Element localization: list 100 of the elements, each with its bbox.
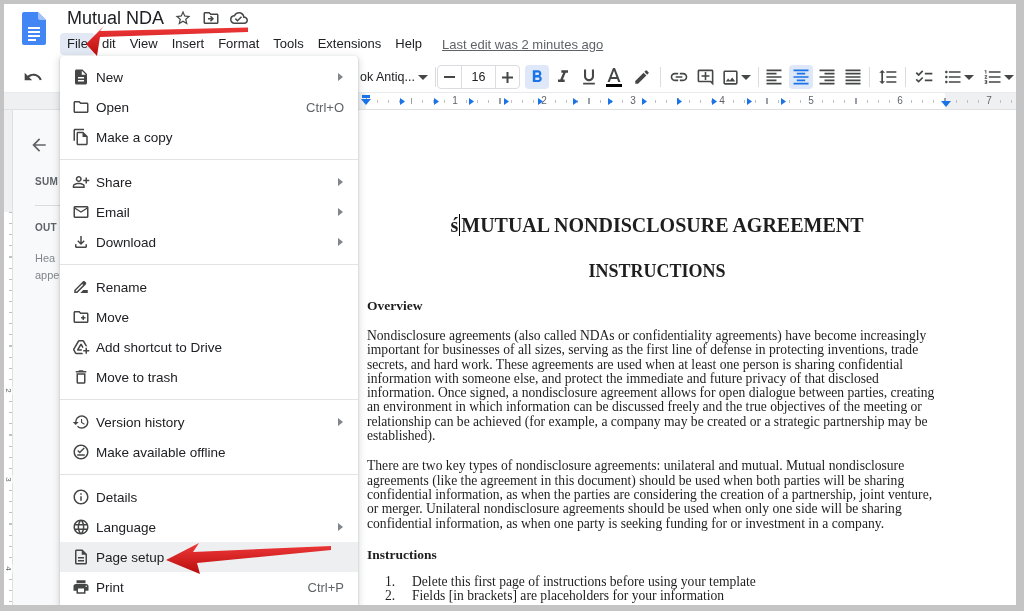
ruler-number: 3	[628, 95, 638, 107]
menu-item[interactable]: Make available offline	[60, 437, 358, 467]
copy-icon	[72, 128, 90, 146]
tab-stop-icon[interactable]	[573, 98, 578, 105]
line-spacing-icon	[878, 67, 898, 87]
folder-icon	[72, 98, 90, 116]
tab-stop-icon[interactable]	[399, 98, 405, 105]
image-icon	[721, 67, 740, 87]
plus-icon	[502, 71, 513, 83]
menu-bar-item[interactable]: Help	[388, 33, 430, 55]
ruler-number: 4	[4, 564, 13, 572]
ruler-number: 6	[895, 95, 905, 107]
ruler-number: 3	[4, 475, 13, 483]
align-center-icon	[791, 67, 811, 87]
align-right-icon	[817, 67, 837, 87]
section-heading: Instructions	[367, 546, 438, 562]
menu-item-label: Page setup	[96, 549, 165, 565]
caret-icon	[1004, 74, 1014, 80]
globe-icon	[72, 518, 90, 536]
caret-icon	[418, 74, 428, 80]
document-app-icon	[22, 12, 46, 45]
tab-stop-icon[interactable]	[503, 98, 509, 105]
tab-stop-icon[interactable]	[434, 98, 440, 105]
menu-item-label: New	[96, 69, 123, 85]
menu-item[interactable]: Email	[60, 197, 358, 227]
numbered-list-icon	[983, 67, 1003, 87]
ruler-number: 7	[984, 95, 994, 107]
menu-item-label: Print	[96, 579, 124, 595]
menu-item-label: Add shortcut to Drive	[96, 339, 223, 355]
tab-stop-icon[interactable]	[677, 98, 683, 105]
ruler-number: 1	[450, 95, 460, 107]
menu-item-label: Rename	[96, 279, 148, 295]
tab-stop-icon[interactable]	[746, 98, 752, 105]
menu-bar-item[interactable]: dit	[94, 33, 123, 55]
menu-item[interactable]: Download	[60, 227, 358, 257]
info-icon	[72, 488, 90, 506]
font-dropdown[interactable]: ok Antiq...	[358, 65, 430, 89]
document-name[interactable]: Mutual NDA	[67, 8, 165, 28]
indent-marker-icon[interactable]	[361, 95, 371, 105]
menu-bar-item[interactable]: Extensions	[310, 33, 389, 55]
menu-item-label: Make a copy	[96, 129, 173, 145]
menu-item[interactable]: Add shortcut to Drive	[60, 332, 358, 362]
sidebar-heading: OUT	[35, 221, 57, 235]
body-paragraph: There are two key types of nondisclosure agreements: unilateral and mutual. Mutual nondisclosure agreements (like the agreement in this document) should be used when both parties will be sharing confidential information, as when the parties are considering the creation of a partnership, joint venture, or merger. Unilateral nondisclosure agreements should be used when only one side will be sharing confidential information, as when one party is seeking funding for or investment in a company.	[367, 459, 934, 531]
menu-item[interactable]: Print Ctrl+P	[60, 572, 358, 602]
bold-button[interactable]	[525, 65, 549, 89]
tab-stop-icon[interactable]	[711, 98, 717, 105]
list-item-text: Delete this first page of instructions before using your template	[412, 574, 756, 589]
minus-icon	[444, 76, 455, 78]
printer-icon	[72, 578, 90, 596]
last-edit-link[interactable]: Last edit was 2 minutes ago	[442, 36, 604, 52]
circle-check-icon	[72, 443, 90, 461]
menu-bar-item[interactable]: Tools	[266, 33, 311, 55]
add-comment-icon	[695, 67, 715, 87]
body-paragraph: Nondisclosure agreements (also called NDAs or confidentiality agreements) have become increasingly important for businesses of all sizes, serving as the first line of defense in protecting inventions, trade secrets, and hard work. These agreements are used when at least one person is sharing confidential information with someone else, and protect the immediate and future privacy of that disclosed information. Once signed, a nondisclosure agreement allows for open dialogue between parties, creating an environment in which information can be discussed freely and the true objectives of the meeting or relationship can be achieved (for example, a company may be created or a strategic partnership may be established).	[367, 329, 936, 444]
download-icon	[72, 233, 90, 251]
triangle-plus-icon	[72, 338, 90, 356]
page-icon	[72, 548, 90, 566]
tab-stop-icon[interactable]	[781, 98, 787, 105]
menu-item-label: Move	[96, 309, 129, 325]
menu-item[interactable]: Details	[60, 482, 358, 512]
list-number: 1.	[385, 574, 397, 589]
menu-item[interactable]: Share	[60, 167, 358, 197]
menu-bar-item[interactable]: File	[60, 33, 95, 55]
menu-item[interactable]: Rename	[60, 272, 358, 302]
menu-item[interactable]: New	[60, 62, 358, 92]
menu-item[interactable]: Open Ctrl+O	[60, 92, 358, 122]
star-icon[interactable]	[174, 9, 193, 27]
menu-item[interactable]: Move to trash	[60, 362, 358, 392]
text-color-icon	[606, 67, 622, 87]
add-person-icon	[72, 173, 90, 191]
menu-item[interactable]: Version history	[60, 407, 358, 437]
menu-bar-item[interactable]: Format	[211, 33, 267, 55]
cloud-check-icon[interactable]	[230, 9, 249, 27]
menu-bar-item[interactable]: View	[122, 33, 165, 55]
outline-hint: appe	[35, 268, 60, 283]
stray-character: ś	[450, 214, 459, 236]
section-heading: Overview	[367, 298, 424, 313]
tab-stop-icon[interactable]	[607, 98, 613, 105]
menu-item[interactable]: Make a copy	[60, 122, 358, 152]
sidebar-heading: SUM	[35, 175, 59, 189]
document-subtitle: INSTRUCTIONS	[587, 260, 727, 282]
menu-item[interactable]: Language	[60, 512, 358, 542]
tab-stop-icon[interactable]	[468, 98, 474, 105]
menu-item[interactable]: Move	[60, 302, 358, 332]
pen-icon	[633, 68, 651, 86]
align-center-button[interactable]	[789, 65, 813, 89]
menu-bar-item[interactable]: Insert	[164, 33, 212, 55]
list-number: 2.	[385, 588, 397, 603]
align-justify-icon	[843, 67, 863, 87]
mail-icon	[72, 203, 90, 221]
caret-icon	[741, 74, 751, 80]
menu-item-label: Download	[96, 234, 157, 250]
pencil-icon	[72, 278, 90, 296]
font-size-field[interactable]: 16	[461, 66, 496, 88]
margin-marker-icon[interactable]	[941, 101, 951, 107]
menu-item-label: Share	[96, 174, 133, 190]
folder-move-icon[interactable]	[202, 9, 221, 27]
menu-item-label: Language	[96, 519, 157, 535]
tab-stop-icon[interactable]	[642, 98, 648, 105]
